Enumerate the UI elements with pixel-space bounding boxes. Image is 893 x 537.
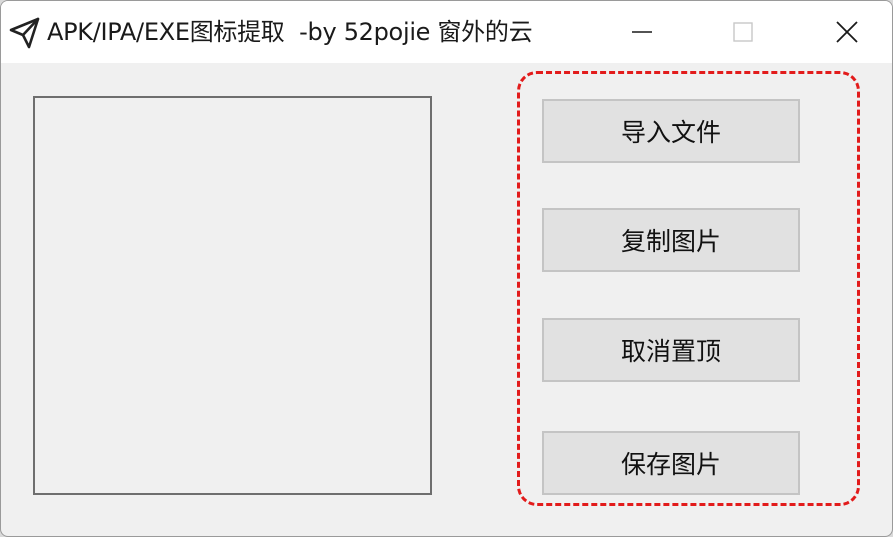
copy-image-button[interactable]: 复制图片 — [542, 208, 800, 272]
app-window: APK/IPA/EXE图标提取 -by 52pojie 窗外的云 导入文件 复制… — [0, 0, 893, 537]
send-icon — [9, 17, 40, 49]
minimize-button[interactable] — [594, 1, 690, 63]
close-button[interactable] — [799, 1, 892, 63]
import-file-button[interactable]: 导入文件 — [542, 99, 800, 163]
window-title: APK/IPA/EXE图标提取 -by 52pojie 窗外的云 — [47, 18, 533, 46]
cancel-pin-button[interactable]: 取消置顶 — [542, 318, 800, 382]
close-icon — [836, 21, 858, 43]
title-bar[interactable]: APK/IPA/EXE图标提取 -by 52pojie 窗外的云 — [1, 1, 892, 63]
minimize-icon — [632, 31, 652, 33]
maximize-icon — [733, 22, 753, 42]
save-image-button[interactable]: 保存图片 — [542, 431, 800, 495]
icon-preview-area — [33, 96, 432, 495]
maximize-button[interactable] — [695, 1, 791, 63]
